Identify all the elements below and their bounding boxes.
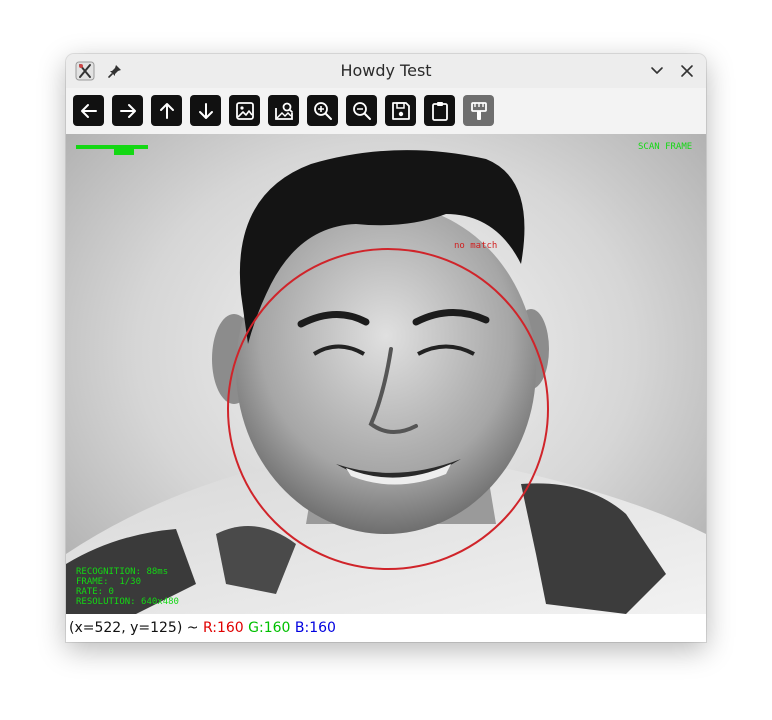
clipboard-icon[interactable] [424, 95, 455, 126]
stat-rate: RATE: 0 [76, 587, 114, 597]
pixel-green: G:160 [248, 620, 291, 636]
zoom-out-icon[interactable] [346, 95, 377, 126]
app-window: Howdy Test SCAN FRAME no match RECOGNITI… [66, 54, 706, 642]
arrow-left-icon[interactable] [73, 95, 104, 126]
close-icon[interactable] [676, 60, 698, 82]
stats-panel: RECOGNITION: 88ms FRAME: 1/30 RATE: 0 RE… [76, 567, 179, 607]
toolbar [66, 88, 706, 134]
match-label: no match [454, 241, 498, 251]
pixel-red: R:160 [202, 620, 244, 636]
arrow-right-icon[interactable] [112, 95, 143, 126]
stat-recognition: RECOGNITION: 88ms [76, 567, 169, 577]
stat-frame: FRAME: 1/30 [76, 577, 142, 587]
window-title: Howdy Test [340, 61, 432, 80]
stat-resolution: RESOLUTION: 640x480 [76, 597, 179, 607]
signal-icon [76, 145, 148, 155]
save-icon[interactable] [385, 95, 416, 126]
title-bar: Howdy Test [66, 54, 706, 88]
chevron-down-icon[interactable] [646, 60, 668, 82]
arrow-down-icon[interactable] [190, 95, 221, 126]
pixel-blue: B:160 [294, 620, 336, 636]
status-bar: (x=522, y=125) ~ R:160 G:160 B:160 [66, 614, 706, 642]
image-icon[interactable] [229, 95, 260, 126]
face-photo [66, 150, 706, 614]
camera-frame[interactable]: SCAN FRAME no match RECOGNITION: 88ms FR… [66, 134, 706, 614]
zoom-in-icon[interactable] [307, 95, 338, 126]
pixel-coords: (x=522, y=125) ~ [69, 620, 203, 636]
paint-brush-icon[interactable] [463, 95, 494, 126]
scan-label: SCAN FRAME [638, 142, 693, 152]
image-search-icon[interactable] [268, 95, 299, 126]
arrow-up-icon[interactable] [151, 95, 182, 126]
